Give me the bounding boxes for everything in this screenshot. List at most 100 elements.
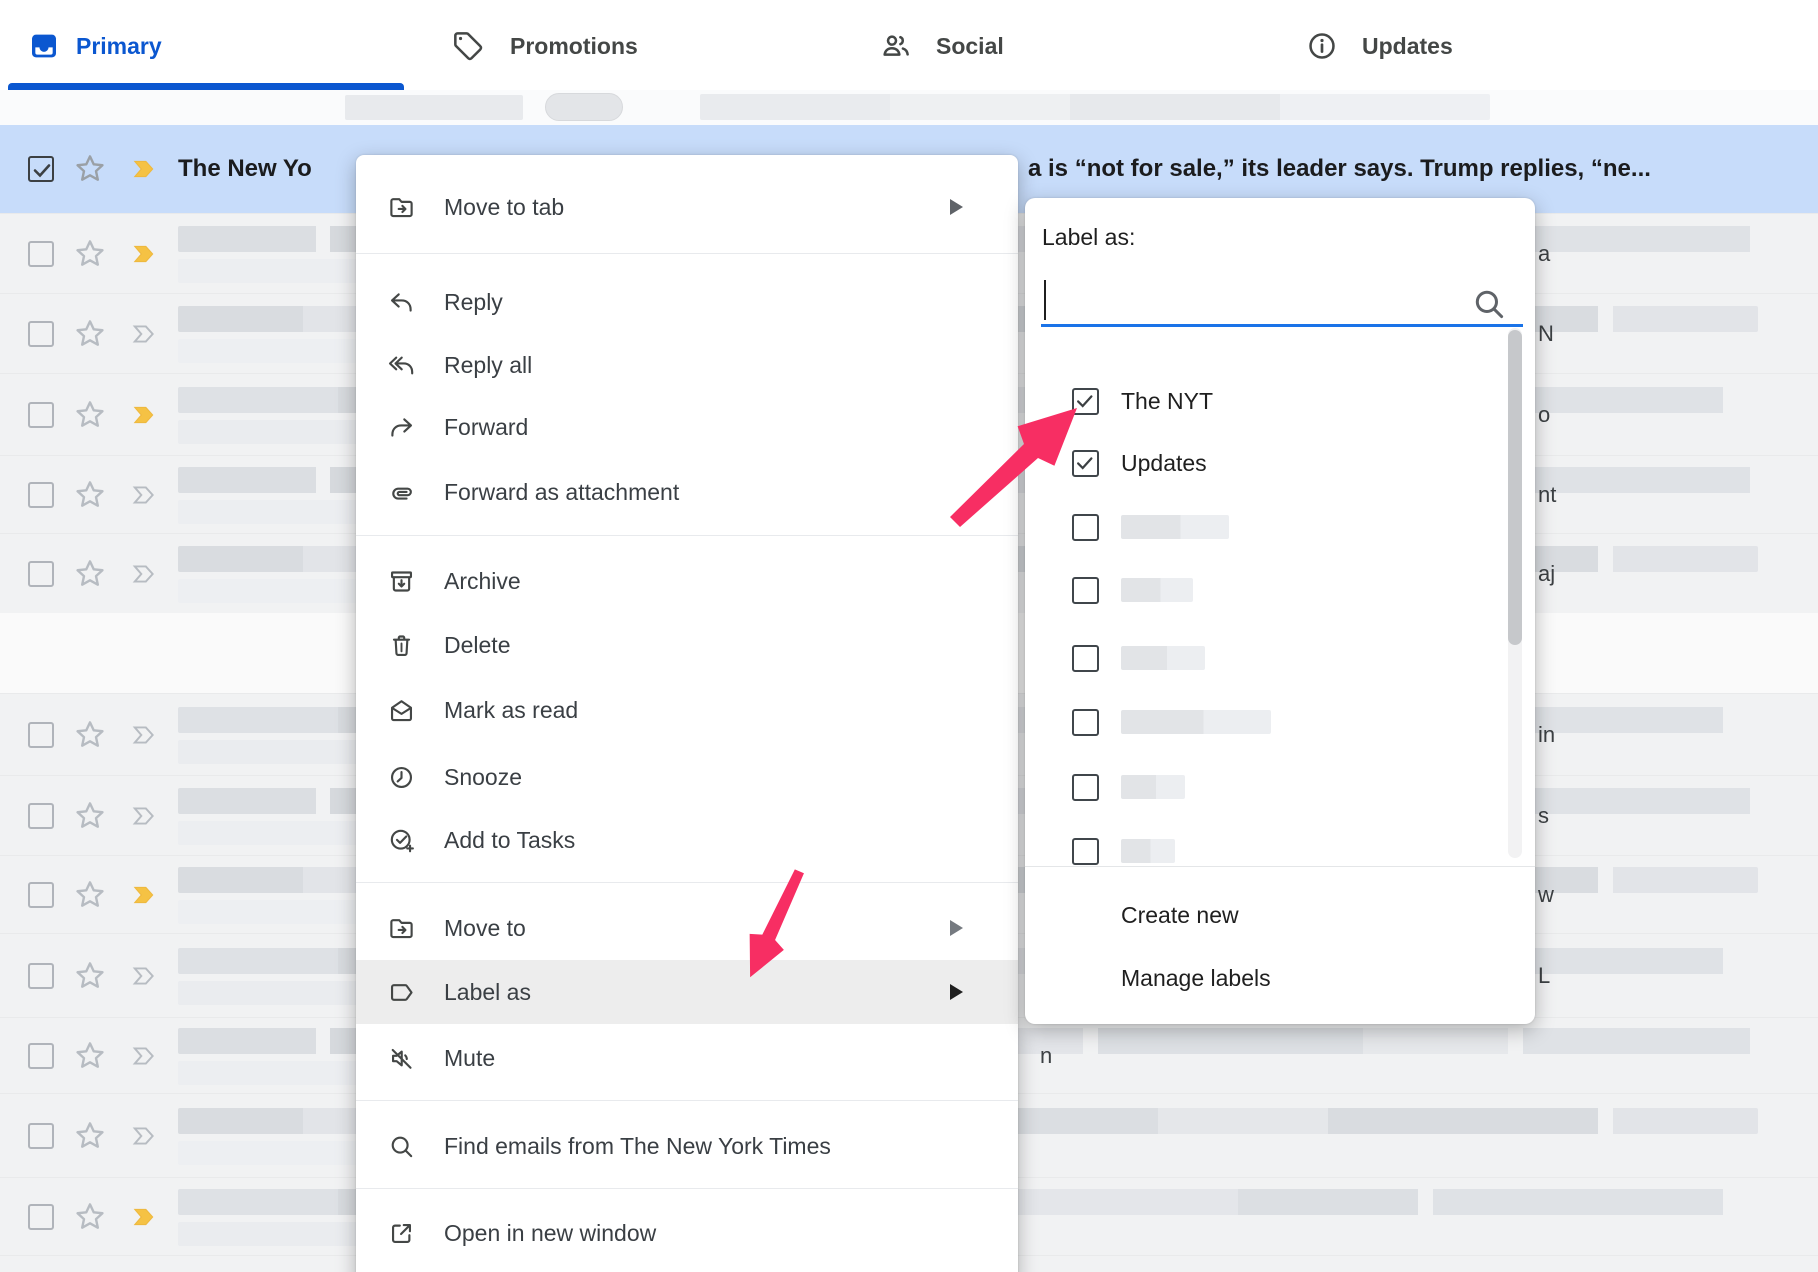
people-icon (880, 30, 912, 62)
star-icon[interactable] (72, 397, 108, 433)
email-checkbox-checked[interactable] (28, 156, 54, 182)
email-row-partial-top[interactable] (0, 90, 1818, 125)
importance-marker-icon[interactable] (128, 1123, 160, 1149)
move-to-tab-icon (388, 194, 415, 221)
star-icon[interactable] (72, 717, 108, 753)
menu-item-find-emails[interactable]: Find emails from The New York Times (356, 1118, 1018, 1174)
create-new-label-button[interactable]: Create new (1025, 887, 1535, 943)
menu-divider (356, 535, 1018, 536)
star-icon[interactable] (72, 556, 108, 592)
menu-divider (356, 253, 1018, 254)
label-checkbox[interactable] (1072, 709, 1099, 736)
menu-item-move-to[interactable]: Move to (356, 900, 1018, 956)
label-option-blurred[interactable] (1025, 499, 1535, 555)
menu-item-add-to-tasks[interactable]: Add to Tasks (356, 812, 1018, 868)
importance-marker-icon[interactable] (128, 1204, 160, 1230)
star-icon[interactable] (72, 151, 108, 187)
importance-marker-icon[interactable] (128, 482, 160, 508)
importance-marker-icon[interactable] (128, 963, 160, 989)
submenu-arrow-icon (950, 984, 963, 1000)
importance-marker-icon[interactable] (128, 241, 160, 267)
gmail-inbox-screen: The New Yo a is “not for sale,” its lead… (0, 0, 1818, 1272)
star-icon[interactable] (72, 316, 108, 352)
email-checkbox[interactable] (28, 803, 54, 829)
email-text-fragment: o (1538, 402, 1550, 428)
email-checkbox[interactable] (28, 1123, 54, 1149)
menu-divider (356, 882, 1018, 883)
trash-icon (388, 632, 415, 659)
menu-item-forward[interactable]: Forward (356, 399, 1018, 455)
star-icon[interactable] (72, 236, 108, 272)
menu-item-delete[interactable]: Delete (356, 617, 1018, 673)
check-icon (30, 158, 54, 182)
importance-marker-icon[interactable] (128, 561, 160, 587)
importance-marker-icon[interactable] (128, 402, 160, 428)
label-search-input[interactable] (1049, 280, 1453, 322)
tab-primary-label: Primary (76, 33, 162, 60)
menu-item-forward-as-attachment[interactable]: Forward as attachment (356, 464, 1018, 520)
email-checkbox[interactable] (28, 561, 54, 587)
submenu-arrow-icon (950, 199, 963, 215)
email-checkbox[interactable] (28, 321, 54, 347)
email-checkbox[interactable] (28, 722, 54, 748)
info-icon (1306, 30, 1338, 62)
star-icon[interactable] (72, 1038, 108, 1074)
menu-item-reply[interactable]: Reply (356, 274, 1018, 330)
email-subject: a is “not for sale,” its leader says. Tr… (1028, 155, 1651, 183)
menu-item-open-in-new-window[interactable]: Open in new window (356, 1205, 1018, 1261)
search-underline (1041, 324, 1523, 327)
email-text-fragment: N (1538, 321, 1554, 347)
label-checkbox[interactable] (1072, 838, 1099, 865)
search-icon[interactable] (1471, 286, 1507, 322)
label-checkbox[interactable] (1072, 774, 1099, 801)
blurred-label-name (1121, 710, 1271, 734)
label-menu-divider (1025, 866, 1535, 867)
label-option-blurred[interactable] (1025, 694, 1535, 750)
importance-marker-icon[interactable] (128, 1043, 160, 1069)
manage-labels-button[interactable]: Manage labels (1025, 950, 1535, 1006)
mute-icon (388, 1045, 415, 1072)
annotation-arrow-to-nyt-checkbox (941, 400, 1081, 530)
menu-item-snooze[interactable]: Snooze (356, 749, 1018, 805)
menu-divider (356, 1100, 1018, 1101)
label-option-the-nyt[interactable]: The NYT (1025, 373, 1535, 429)
label-checkbox[interactable] (1072, 577, 1099, 604)
star-icon[interactable] (72, 877, 108, 913)
menu-item-move-to-tab[interactable]: Move to tab (356, 179, 1018, 235)
blurred-label-name (1121, 839, 1175, 863)
importance-marker-icon[interactable] (128, 882, 160, 908)
email-checkbox[interactable] (28, 882, 54, 908)
tag-icon (452, 30, 484, 62)
email-context-menu: Move to tab Reply Reply all Forward (356, 155, 1018, 1272)
star-icon[interactable] (72, 1118, 108, 1154)
menu-item-mark-as-read[interactable]: Mark as read (356, 682, 1018, 738)
label-checkbox[interactable] (1072, 645, 1099, 672)
star-icon[interactable] (72, 798, 108, 834)
menu-item-mute[interactable]: Mute (356, 1030, 1018, 1086)
email-checkbox[interactable] (28, 1043, 54, 1069)
open-envelope-icon (388, 697, 415, 724)
star-icon[interactable] (72, 1199, 108, 1235)
email-checkbox[interactable] (28, 241, 54, 267)
importance-marker-icon[interactable] (128, 156, 160, 182)
importance-marker-icon[interactable] (128, 803, 160, 829)
label-option-blurred[interactable] (1025, 823, 1535, 879)
label-option-blurred[interactable] (1025, 630, 1535, 686)
star-icon[interactable] (72, 958, 108, 994)
email-checkbox[interactable] (28, 482, 54, 508)
email-checkbox[interactable] (28, 963, 54, 989)
menu-item-reply-all[interactable]: Reply all (356, 337, 1018, 393)
blurred-label-name (1121, 646, 1205, 670)
importance-marker-icon[interactable] (128, 321, 160, 347)
label-option-blurred[interactable] (1025, 562, 1535, 618)
importance-marker-icon[interactable] (128, 722, 160, 748)
email-text-fragment: in (1538, 722, 1555, 748)
star-icon[interactable] (72, 477, 108, 513)
email-checkbox[interactable] (28, 402, 54, 428)
label-option-blurred[interactable] (1025, 759, 1535, 815)
label-option-updates[interactable]: Updates (1025, 435, 1535, 491)
menu-item-label-as[interactable]: Label as (356, 960, 1018, 1024)
menu-item-archive[interactable]: Archive (356, 553, 1018, 609)
scrollbar-thumb[interactable] (1508, 330, 1522, 645)
email-checkbox[interactable] (28, 1204, 54, 1230)
